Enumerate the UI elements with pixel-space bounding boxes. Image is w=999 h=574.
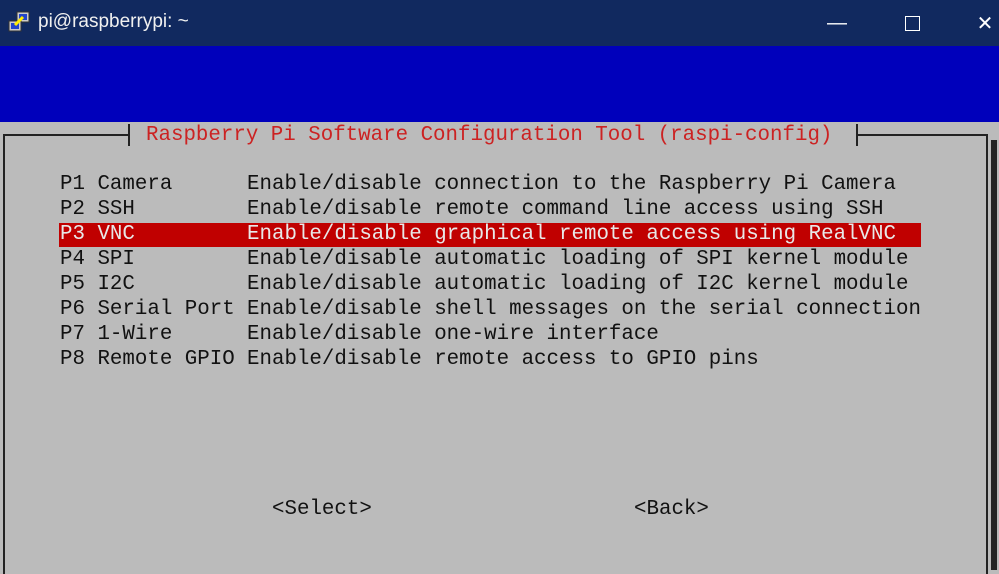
menu-item-description: Enable/disable automatic loading of I2C …: [247, 273, 909, 296]
back-button[interactable]: <Back>: [634, 498, 709, 522]
menu-item-description: Enable/disable graphical remote access u…: [247, 223, 896, 246]
menu-item-key: P3 VNC: [60, 223, 135, 246]
menu-item-key: P4 SPI: [60, 248, 135, 271]
dialog-title: Raspberry Pi Software Configuration Tool…: [146, 124, 833, 147]
menu-item-description: Enable/disable remote command line acces…: [247, 198, 884, 221]
menu-item-description: Enable/disable shell messages on the ser…: [247, 298, 921, 321]
menu-item-key: P5 I2C: [60, 273, 135, 296]
menu-item-key: P6 Serial Port: [60, 298, 235, 321]
menu-item-description: Enable/disable connection to the Raspber…: [247, 173, 896, 196]
menu-item-description: Enable/disable one-wire interface: [247, 323, 659, 346]
menu-item-key: P8 Remote GPIO: [60, 348, 235, 371]
menu-item[interactable]: P1 Camera Enable/disable connection to th…: [59, 173, 896, 197]
menu-item[interactable]: P6 Serial Port Enable/disable shell messa…: [59, 298, 921, 322]
menu-item[interactable]: P5 I2C Enable/disable automatic loading o…: [59, 273, 908, 297]
menu-item-description: Enable/disable automatic loading of SPI …: [247, 248, 909, 271]
select-button[interactable]: <Select>: [272, 498, 372, 522]
dialog-shadow: [991, 140, 997, 570]
menu-item-description: Enable/disable remote access to GPIO pin…: [247, 348, 759, 371]
menu-item[interactable]: P8 Remote GPIO Enable/disable remote acce…: [59, 348, 759, 372]
menu-item-key: P2 SSH: [60, 198, 135, 221]
menu-item[interactable]: P2 SSH Enable/disable remote command line…: [59, 198, 884, 222]
menu-item-key: P7 1-Wire: [60, 323, 173, 346]
menu-item[interactable]: P3 VNC Enable/disable graphical remote ac…: [59, 223, 921, 247]
menu-item[interactable]: P4 SPI Enable/disable automatic loading o…: [59, 248, 908, 272]
menu-item-key: P1 Camera: [60, 173, 173, 196]
terminal-area: Raspberry Pi Software Configuration Tool…: [0, 0, 999, 574]
menu-item[interactable]: P7 1-Wire Enable/disable one-wire interfa…: [59, 323, 659, 347]
